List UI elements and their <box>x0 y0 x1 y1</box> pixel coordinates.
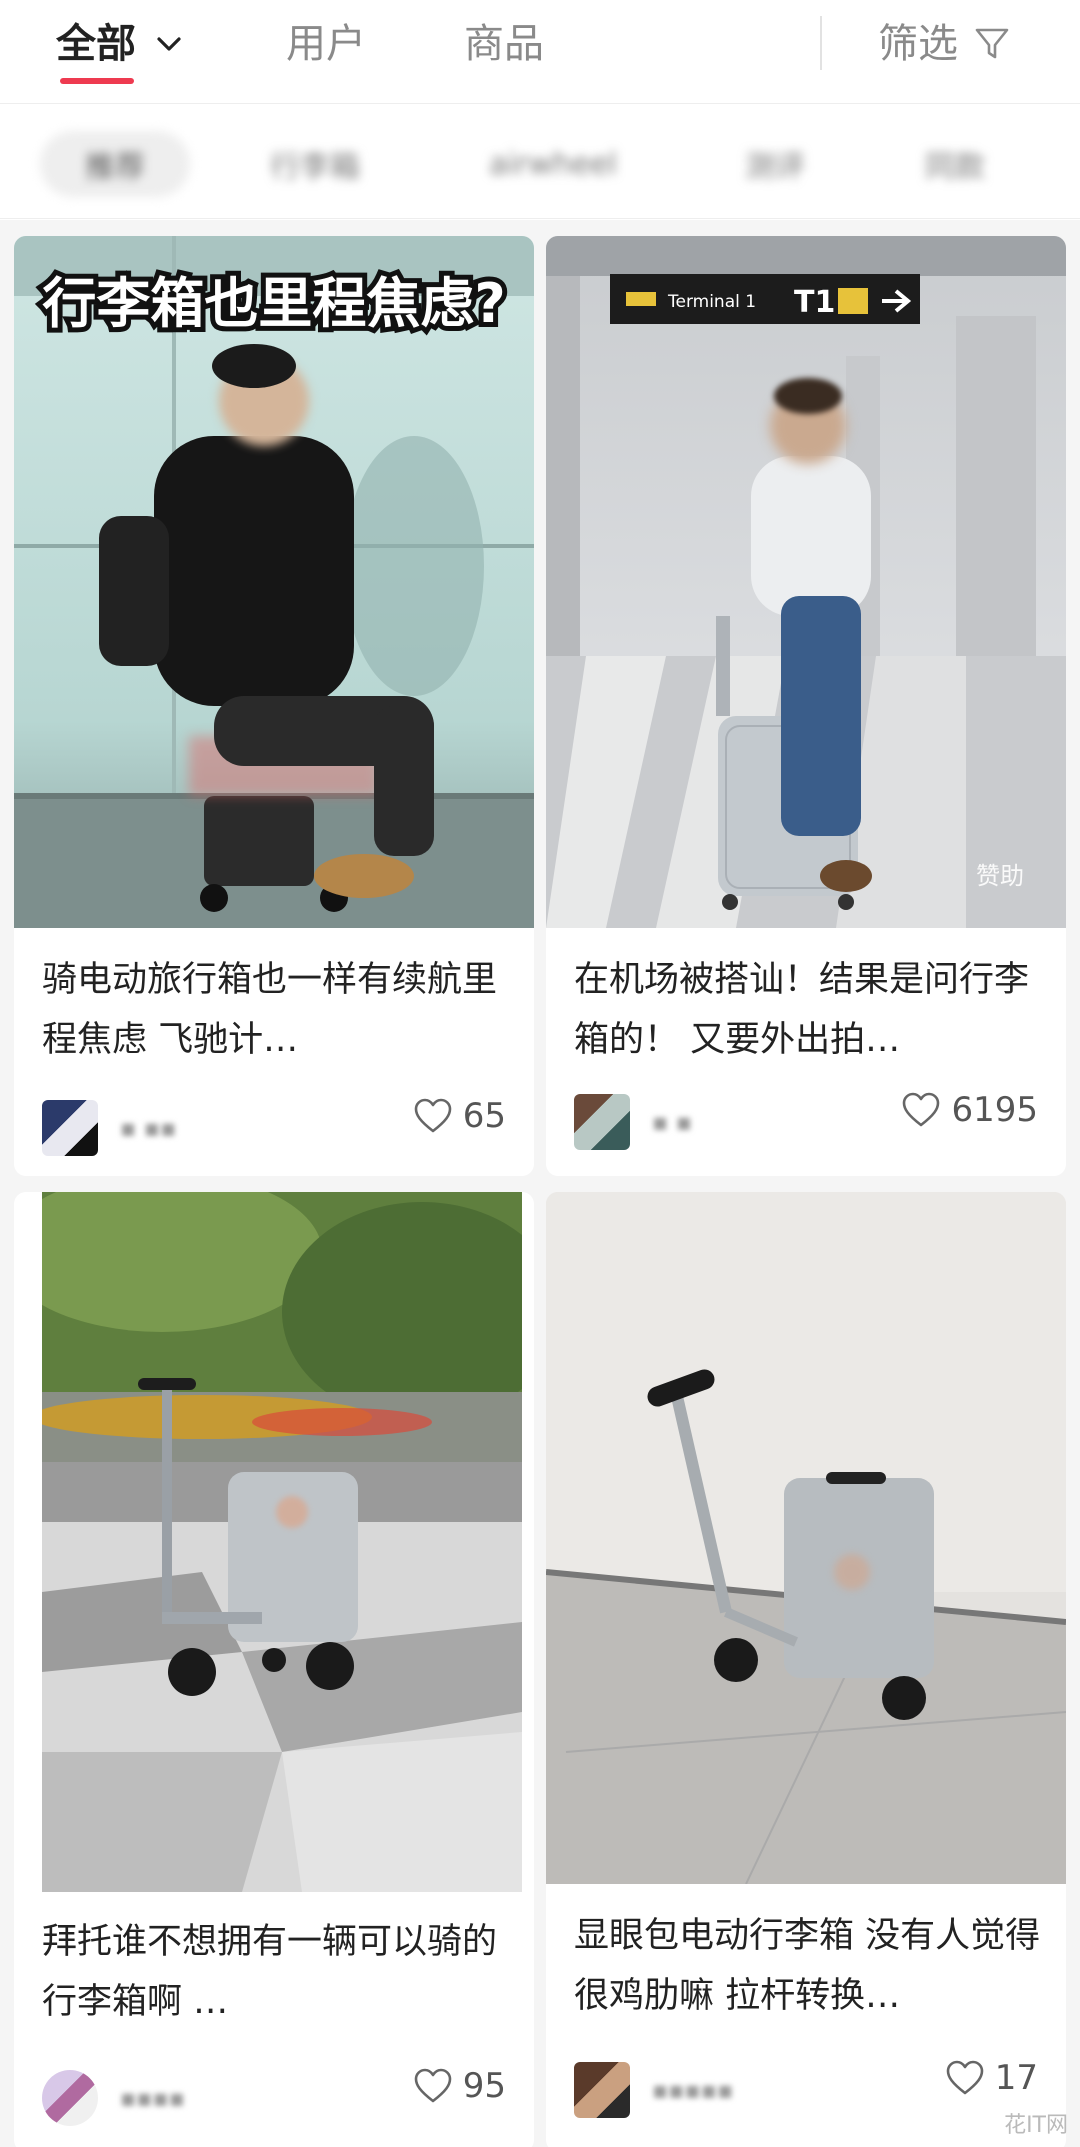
like-count: 6195 <box>951 1090 1038 1130</box>
like-button[interactable]: 95 <box>413 2066 506 2106</box>
note-cover-image: Terminal 1 T1 赞助 <box>546 236 1066 928</box>
note-author[interactable]: ▪ ▪ <box>574 1094 692 1150</box>
note-card[interactable]: Terminal 1 T1 赞助 在机场被搭讪！结果是问行李箱的！ 又要外出拍… <box>546 236 1066 1176</box>
chip-0[interactable]: 推荐 <box>40 131 190 197</box>
note-cover-image <box>546 1192 1066 1884</box>
note-title: 骑电动旅行箱也一样有续航里程焦虑 飞驰计… <box>42 960 498 1060</box>
author-name: ▪▪▪▪▪ <box>652 2076 734 2104</box>
tab-all[interactable]: 全部 <box>56 16 184 72</box>
active-tab-indicator <box>60 78 134 84</box>
keyword-chip-row: 推荐 行李箱 airwheel 测评 同款 <box>0 105 1080 219</box>
like-count: 65 <box>462 1096 506 1136</box>
filter-button[interactable]: 筛选 <box>878 16 1012 72</box>
note-title: 拜托谁不想拥有一辆可以骑的行李箱啊 … <box>42 1922 498 2022</box>
note-card[interactable]: 显眼包电动行李箱 没有人觉得很鸡肋嘛 拉杆转换… ▪▪▪▪▪ 17 <box>546 1192 1066 2147</box>
avatar <box>574 1094 630 1150</box>
note-feed: 行李箱也里程焦虑? 骑电动旅行箱也一样有续航里程焦虑 飞驰计… ▪ ▪▪ 65 <box>0 220 1080 2147</box>
author-name: ▪▪▪▪ <box>120 2084 186 2112</box>
svg-text:T1: T1 <box>794 285 835 320</box>
tab-all-label: 全部 <box>56 21 136 67</box>
note-author[interactable]: ▪▪▪▪▪ <box>574 2062 733 2118</box>
note-author[interactable]: ▪ ▪▪ <box>42 1100 176 1156</box>
heart-icon <box>903 1092 940 1127</box>
chevron-down-icon <box>157 37 181 51</box>
like-button[interactable]: 17 <box>945 2058 1038 2098</box>
heart-icon <box>946 2060 984 2095</box>
search-result-tab-bar: 全部 用户 商品 筛选 <box>0 0 1080 104</box>
tab-goods[interactable]: 商品 <box>464 16 544 72</box>
heart-icon <box>414 2068 452 2103</box>
note-cover-image <box>42 1192 522 1892</box>
cover-overlay-text: 行李箱也里程焦虑? <box>42 272 505 335</box>
note-card[interactable]: 拜托谁不想拥有一辆可以骑的行李箱啊 … ▪▪▪▪ 95 <box>14 1192 534 2147</box>
note-author[interactable]: ▪▪▪▪ <box>42 2070 185 2126</box>
heart-icon <box>414 1098 452 1133</box>
author-name: ▪ ▪ <box>652 1108 693 1136</box>
note-card[interactable]: 行李箱也里程焦虑? 骑电动旅行箱也一样有续航里程焦虑 飞驰计… ▪ ▪▪ 65 <box>14 236 534 1176</box>
svg-text:Terminal 1: Terminal 1 <box>667 292 756 312</box>
note-title: 在机场被搭讪！结果是问行李箱的！ 又要外出拍… <box>574 960 1030 1060</box>
note-title: 显眼包电动行李箱 没有人觉得很鸡肋嘛 拉杆转换… <box>574 1916 1041 2016</box>
avatar <box>42 2070 98 2126</box>
chip-1[interactable]: 行李箱 <box>240 131 390 197</box>
chip-3[interactable]: 测评 <box>720 131 830 197</box>
filter-icon <box>975 28 1009 59</box>
avatar <box>574 2062 630 2118</box>
like-count: 95 <box>462 2066 506 2106</box>
tab-user[interactable]: 用户 <box>286 16 366 72</box>
author-name: ▪ ▪▪ <box>120 1114 177 1142</box>
chip-2[interactable]: airwheel <box>468 131 638 197</box>
like-button[interactable]: 6195 <box>901 1090 1038 1130</box>
like-button[interactable]: 65 <box>413 1096 506 1136</box>
note-cover-image: 行李箱也里程焦虑? <box>14 236 534 928</box>
sponsored-label: 赞助 <box>976 862 1024 890</box>
like-count: 17 <box>994 2058 1038 2098</box>
avatar <box>42 1100 98 1156</box>
tab-divider <box>820 16 822 70</box>
filter-label: 筛选 <box>878 21 958 67</box>
site-watermark: 花IT网 <box>1004 2113 1068 2138</box>
chip-4[interactable]: 同款 <box>900 131 1010 197</box>
